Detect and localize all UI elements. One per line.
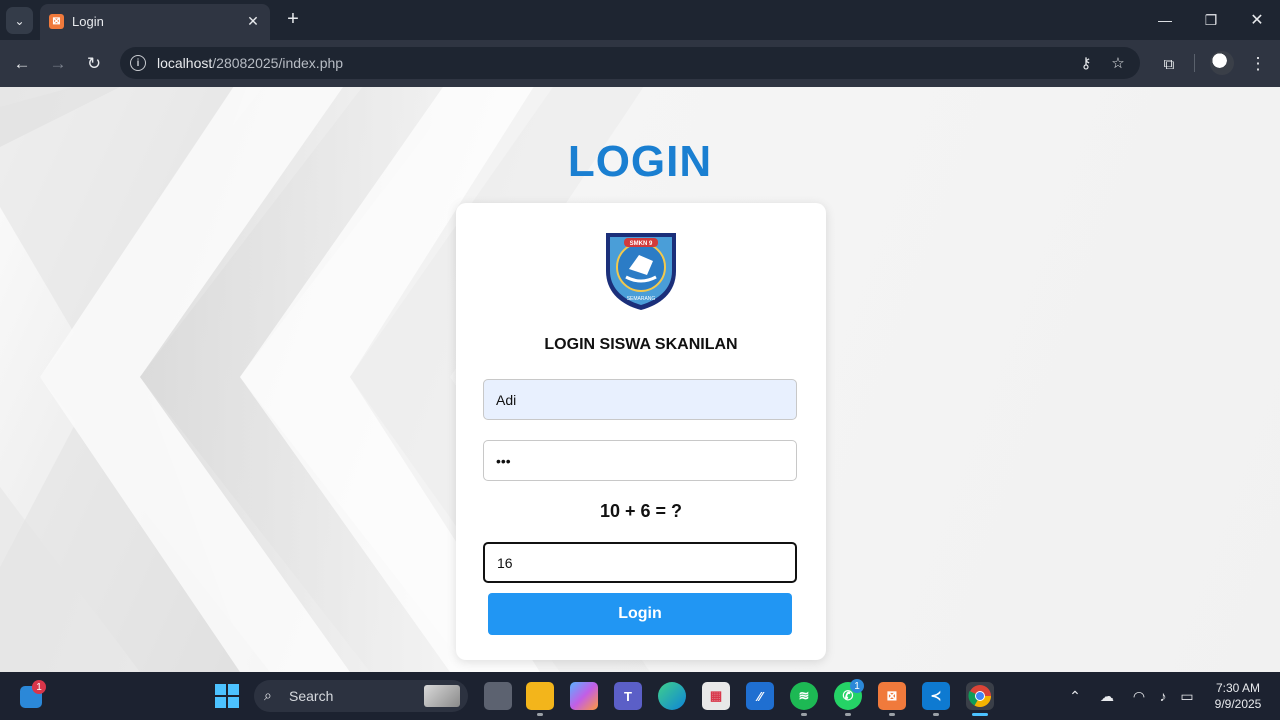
vscode-indicator	[933, 713, 939, 716]
new-tab-button[interactable]: +	[282, 9, 304, 31]
wifi-icon[interactable]: ◠	[1130, 687, 1148, 705]
password-input[interactable]	[483, 440, 797, 481]
minimize-button[interactable]: —	[1154, 9, 1176, 31]
login-card: SMKN 9 SEMARANG LOGIN SISWA SKANILAN 10 …	[456, 203, 826, 660]
tab-title: Login	[72, 14, 104, 29]
copilot-icon[interactable]	[570, 682, 598, 710]
file-explorer-icon[interactable]	[526, 682, 554, 710]
captcha-answer-input[interactable]	[483, 542, 797, 583]
forward-button[interactable]: →	[46, 52, 70, 76]
browser-tab-strip: ⌄ ⊠ Login ✕ + — ❐ ✕	[0, 0, 1280, 40]
login-subtitle: LOGIN SISWA SKANILAN	[544, 336, 738, 353]
spotify-icon[interactable]: ≋	[790, 682, 818, 710]
login-button[interactable]: Login	[488, 593, 792, 635]
whatsapp-badge: 1	[850, 679, 864, 693]
ms-app-icon[interactable]: ⁄⁄	[746, 682, 774, 710]
xampp-icon[interactable]: ⊠	[878, 682, 906, 710]
whatsapp-indicator	[845, 713, 851, 716]
search-highlight-image	[424, 685, 460, 707]
battery-icon[interactable]: ▭	[1178, 687, 1196, 705]
onedrive-offline-icon[interactable]: ☁	[1098, 687, 1116, 705]
edge-icon[interactable]	[658, 682, 686, 710]
url-text[interactable]: localhost/28082025/index.php	[157, 55, 343, 71]
browser-toolbar: ← → ↻ i localhost/28082025/index.php ⚷ ☆…	[0, 40, 1280, 87]
logo-text-top: SMKN 9	[630, 241, 653, 247]
clock-time: 7:30 AM	[1215, 681, 1261, 695]
search-icon: ⌕	[264, 687, 272, 703]
browser-tab[interactable]: ⊠ Login ✕	[40, 4, 270, 40]
file-explorer-indicator	[537, 713, 543, 716]
microsoft-store-icon[interactable]: ▦	[702, 682, 730, 710]
chrome-logo-icon	[968, 685, 991, 707]
password-key-icon[interactable]: ⚷	[1075, 52, 1097, 74]
taskbar-search[interactable]: ⌕ Search	[254, 680, 468, 712]
extensions-puzzle-icon[interactable]: ⧉	[1157, 52, 1181, 76]
more-menu-icon[interactable]: ⋮	[1246, 52, 1270, 76]
username-input[interactable]	[483, 379, 797, 420]
site-info-icon[interactable]: i	[130, 55, 146, 71]
widgets-badge: 1	[32, 680, 46, 694]
school-logo: SMKN 9 SEMARANG	[606, 233, 676, 310]
xampp-icon: ⊠	[49, 14, 64, 29]
teams-icon[interactable]: T	[614, 682, 642, 710]
task-view-icon[interactable]	[484, 682, 512, 710]
xampp-indicator	[889, 713, 895, 716]
chrome-active-indicator	[972, 713, 988, 716]
page-viewport: LOGIN SMKN 9 SEMARANG LOGIN SISWA SKANIL…	[0, 87, 1280, 672]
profile-avatar[interactable]	[1210, 51, 1234, 75]
windows-start-icon[interactable]	[213, 682, 241, 710]
taskbar-clock[interactable]: 7:30 AM 9/9/2025	[1206, 680, 1270, 712]
url-host: localhost	[157, 55, 213, 71]
url-path: /28082025/index.php	[212, 55, 344, 71]
bookmark-star-icon[interactable]: ☆	[1107, 52, 1129, 74]
address-bar[interactable]: i localhost/28082025/index.php ⚷ ☆	[120, 47, 1140, 79]
page-title: LOGIN	[567, 137, 713, 186]
volume-icon[interactable]: ♪	[1154, 687, 1172, 705]
close-tab-icon[interactable]: ✕	[244, 12, 262, 30]
close-window-button[interactable]: ✕	[1246, 9, 1268, 31]
restore-button[interactable]: ❐	[1200, 9, 1222, 31]
taskbar: 1 ⌕ Search T ▦ ⁄⁄ ≋ ✆ 1 ⊠ ≺ ⌃ ☁ ◠ ♪ ▭ 7:…	[0, 672, 1280, 720]
logo-text-bottom: SEMARANG	[627, 296, 656, 302]
captcha-question: 10 + 6 = ?	[599, 501, 683, 521]
spotify-indicator	[801, 713, 807, 716]
reload-button[interactable]: ↻	[82, 52, 106, 76]
back-button[interactable]: ←	[10, 52, 34, 76]
clock-date: 9/9/2025	[1214, 697, 1262, 711]
toolbar-divider	[1194, 54, 1195, 72]
tab-search-button[interactable]: ⌄	[6, 7, 33, 34]
chrome-icon[interactable]	[966, 682, 994, 710]
search-label: Search	[289, 688, 334, 704]
show-hidden-icons-chevron-icon[interactable]: ⌃	[1066, 687, 1084, 705]
vscode-icon[interactable]: ≺	[922, 682, 950, 710]
